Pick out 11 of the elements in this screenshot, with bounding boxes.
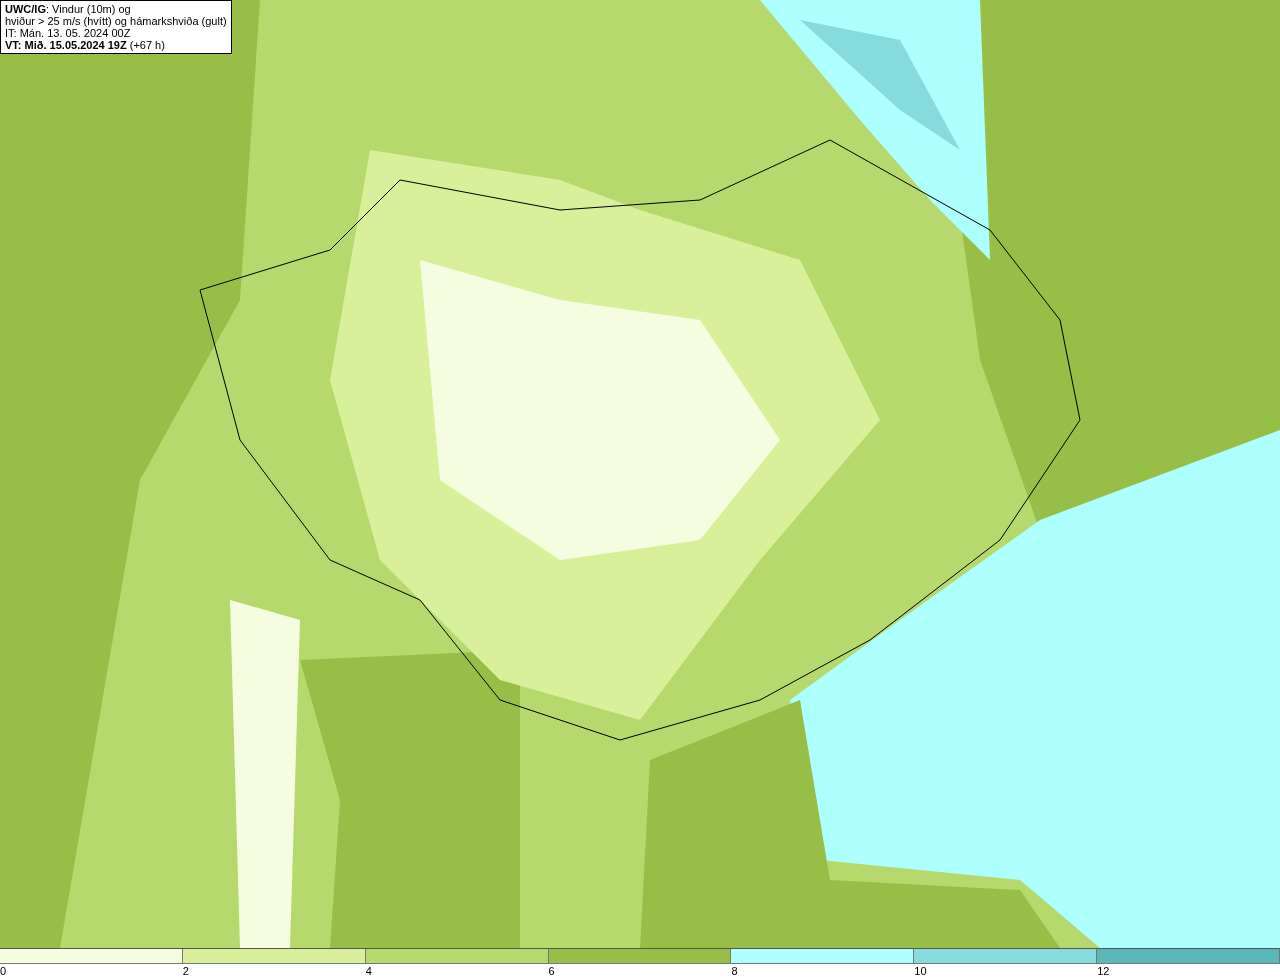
legend-tick-label: 12 bbox=[1097, 965, 1110, 977]
info-line: VT: Mið. 15.05.2024 19Z (+67 h) bbox=[5, 39, 166, 51]
legend-tick-label: 0 bbox=[0, 965, 7, 977]
info-line: IT: Mán. 13. 05. 2024 00Z bbox=[5, 27, 132, 39]
info-line: UWC/IG: Vindur (10m) og bbox=[5, 3, 132, 15]
legend-tick-label: 10 bbox=[914, 965, 927, 977]
info-line: hviður > 25 m/s (hvítt) og hámarkshviða (gult) bbox=[5, 15, 227, 27]
legend-tick-label: 2 bbox=[182, 965, 189, 977]
legend-tick-label: 6 bbox=[548, 965, 555, 977]
legend-tick-label: 4 bbox=[365, 965, 372, 977]
legend-tick-label: 8 bbox=[731, 965, 738, 977]
